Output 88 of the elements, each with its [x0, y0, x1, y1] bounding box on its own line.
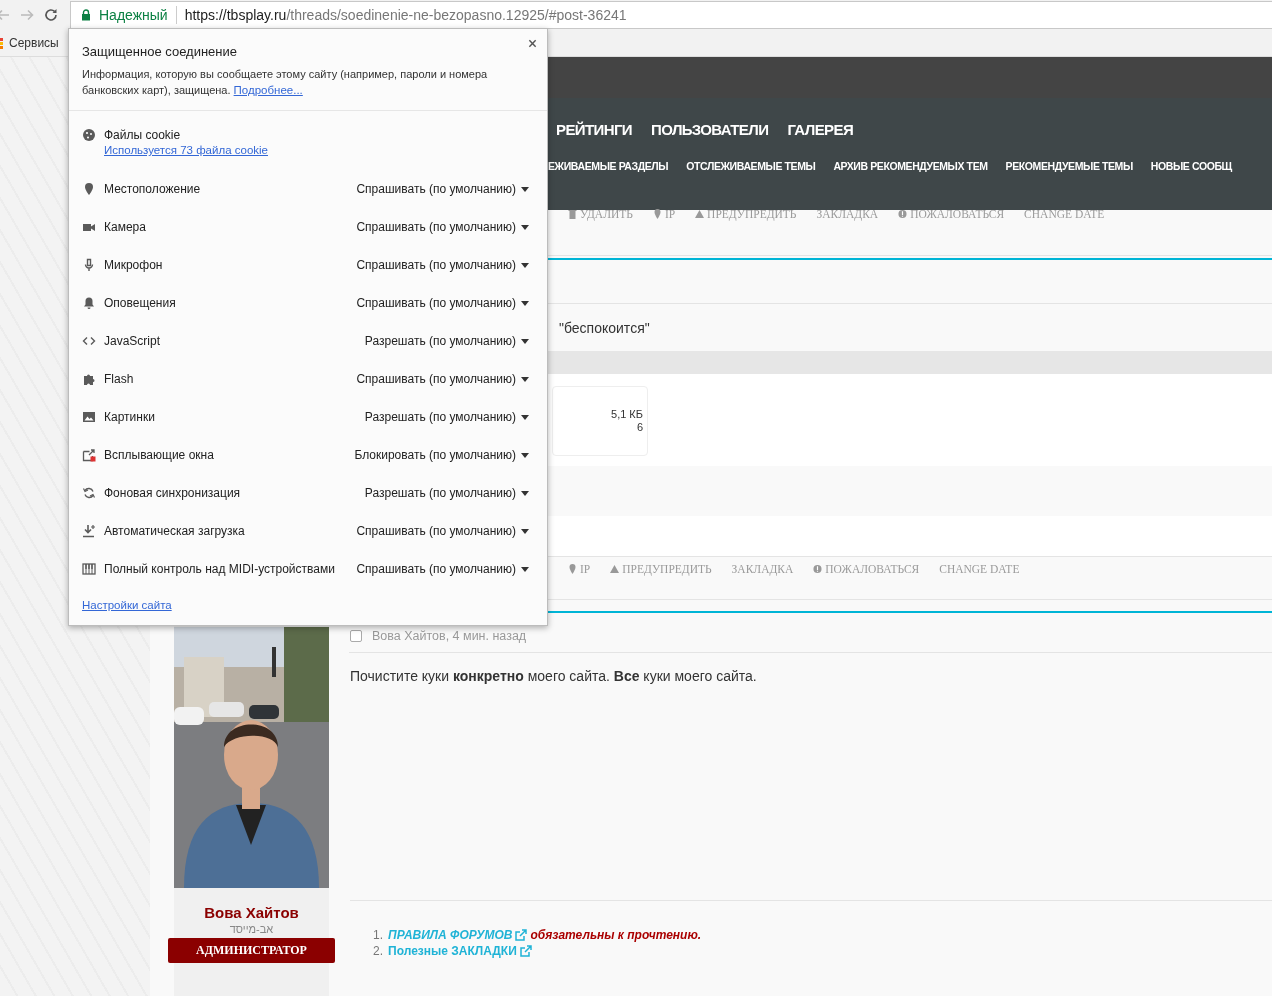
- puzzle-piece-icon: [82, 372, 96, 386]
- permission-label: Картинки: [104, 410, 155, 424]
- caret-icon: [521, 338, 529, 344]
- external-link-icon: [519, 945, 532, 957]
- cookie-icon: [82, 128, 96, 142]
- permission-label: JavaScript: [104, 334, 161, 348]
- code-icon: [82, 334, 96, 348]
- permission-dropdown[interactable]: Разрешать (по умолчанию): [364, 334, 529, 348]
- image-icon: [82, 410, 96, 424]
- caret-icon: [521, 566, 529, 572]
- nav-link[interactable]: ОТСЛЕЖИВАЕМЫЕ ТЕМЫ: [686, 160, 816, 172]
- permission-label: Микрофон: [104, 258, 163, 272]
- microphone-icon: [82, 258, 96, 272]
- nav-link[interactable]: РЕЙТИНГИ: [556, 121, 633, 138]
- post-text: Почистите куки конкретно моего сайта. Все куки моего сайта.: [350, 668, 1272, 901]
- location-pin-icon: [652, 209, 662, 219]
- caret-icon: [521, 414, 529, 420]
- list-number: 1.: [373, 928, 383, 942]
- caret-icon: [521, 490, 529, 496]
- bookmark-link[interactable]: Сервисы: [9, 36, 59, 50]
- trash-icon: [568, 209, 577, 219]
- security-label: Надежный: [99, 7, 168, 23]
- nav-link[interactable]: ГАЛЕРЕЯ: [787, 121, 854, 138]
- bell-icon: [82, 296, 96, 310]
- permission-dropdown[interactable]: Спрашивать (по умолчанию): [356, 258, 529, 272]
- permission-label: Полный контроль над MIDI-устройствами: [104, 562, 335, 576]
- caret-icon: [521, 452, 529, 458]
- location-pin-icon: [568, 564, 577, 574]
- nav-link[interactable]: НОВЫЕ СООБЩ: [1150, 160, 1232, 172]
- piano-keys-icon: [82, 562, 96, 576]
- close-icon[interactable]: [528, 39, 537, 48]
- popup-window-icon: [82, 448, 96, 462]
- exclamation-icon: [813, 564, 823, 574]
- caret-icon: [521, 186, 529, 192]
- back-arrow-icon[interactable]: [0, 8, 10, 22]
- permission-dropdown[interactable]: Разрешать (по умолчанию): [364, 410, 529, 424]
- permission-dropdown[interactable]: Разрешать (по умолчанию): [364, 486, 529, 500]
- lock-icon: [81, 9, 91, 21]
- nav-link[interactable]: ПОЛЬЗОВАТЕЛИ: [651, 121, 769, 138]
- role-badge: АДМИНИСТРАТОР: [168, 938, 335, 963]
- external-link-icon: [515, 929, 528, 941]
- permission-label: Оповещения: [104, 296, 176, 310]
- view-count: 6: [636, 421, 643, 433]
- permission-label: Flash: [104, 372, 134, 386]
- nav-link[interactable]: ЕЖИВАЕМЫЕ РАЗДЕЛЫ: [548, 160, 669, 172]
- attachment-card[interactable]: 5,1 КБ 6: [552, 386, 648, 456]
- permission-label: Автоматическая загрузка: [104, 524, 245, 538]
- details-link[interactable]: Подробнее...: [233, 84, 303, 96]
- site-settings-link[interactable]: Настройки сайта: [82, 599, 172, 611]
- address-bar[interactable]: Надежный https://tbsplay.ru/threads/soedinenie-ne-bezopasno.12925/#post-36241: [70, 1, 1272, 29]
- caret-icon: [521, 300, 529, 306]
- file-size: 5,1 КБ: [611, 408, 643, 420]
- caret-icon: [521, 528, 529, 534]
- warning-icon: [610, 564, 620, 574]
- permission-label: Местоположение: [104, 182, 201, 196]
- caret-icon: [521, 376, 529, 382]
- permission-label: Всплывающие окна: [104, 448, 214, 462]
- nav-link[interactable]: АРХИВ РЕКОМЕНДУЕМЫХ ТЕМ: [833, 160, 988, 172]
- user-title: אב-מייסד: [229, 923, 274, 935]
- apps-grid-icon: [0, 37, 4, 49]
- author-name[interactable]: Вова Хайтов: [204, 904, 299, 921]
- connection-description: Информация, которую вы сообщаете этому сайту (например, пароли и номера банковских карт), защищена. Подробнее...: [82, 67, 489, 98]
- permission-dropdown[interactable]: Спрашивать (по умолчанию): [356, 562, 529, 576]
- permission-dropdown[interactable]: Спрашивать (по умолчанию): [356, 296, 529, 310]
- popup-title: Защищенное соединение: [82, 44, 238, 59]
- permission-dropdown[interactable]: Спрашивать (по умолчанию): [356, 372, 529, 386]
- list-number: 2.: [373, 944, 383, 958]
- caret-icon: [521, 224, 529, 230]
- url-text: https://tbsplay.ru/threads/soedinenie-ne-bezopasno.12925/#post-36241: [184, 7, 627, 23]
- download-icon: [82, 524, 96, 538]
- permission-dropdown[interactable]: Спрашивать (по умолчанию): [356, 220, 529, 234]
- sync-icon: [82, 486, 96, 500]
- nav-link[interactable]: РЕКОМЕНДУЕМЫЕ ТЕМЫ: [1005, 160, 1133, 172]
- signature-note: обязательны к прочтению.: [530, 928, 702, 942]
- forward-arrow-icon[interactable]: [20, 8, 34, 22]
- permission-dropdown[interactable]: Спрашивать (по умолчанию): [356, 182, 529, 196]
- quote-text: "беспокоится": [559, 319, 650, 336]
- permission-dropdown[interactable]: Блокировать (по умолчанию): [354, 448, 529, 462]
- permission-dropdown[interactable]: Спрашивать (по умолчанию): [356, 524, 529, 538]
- reload-icon[interactable]: [44, 8, 58, 22]
- cookies-label: Файлы cookie: [104, 128, 182, 142]
- permission-label: Камера: [104, 220, 146, 234]
- permission-label: Фоновая синхронизация: [104, 486, 241, 500]
- select-checkbox[interactable]: [350, 630, 362, 642]
- post-meta: Вова Хайтов, 4 мин. назад: [372, 629, 527, 643]
- caret-icon: [521, 262, 529, 268]
- cookies-link[interactable]: Используется 73 файла cookie: [104, 144, 268, 156]
- location-pin-icon: [82, 182, 96, 196]
